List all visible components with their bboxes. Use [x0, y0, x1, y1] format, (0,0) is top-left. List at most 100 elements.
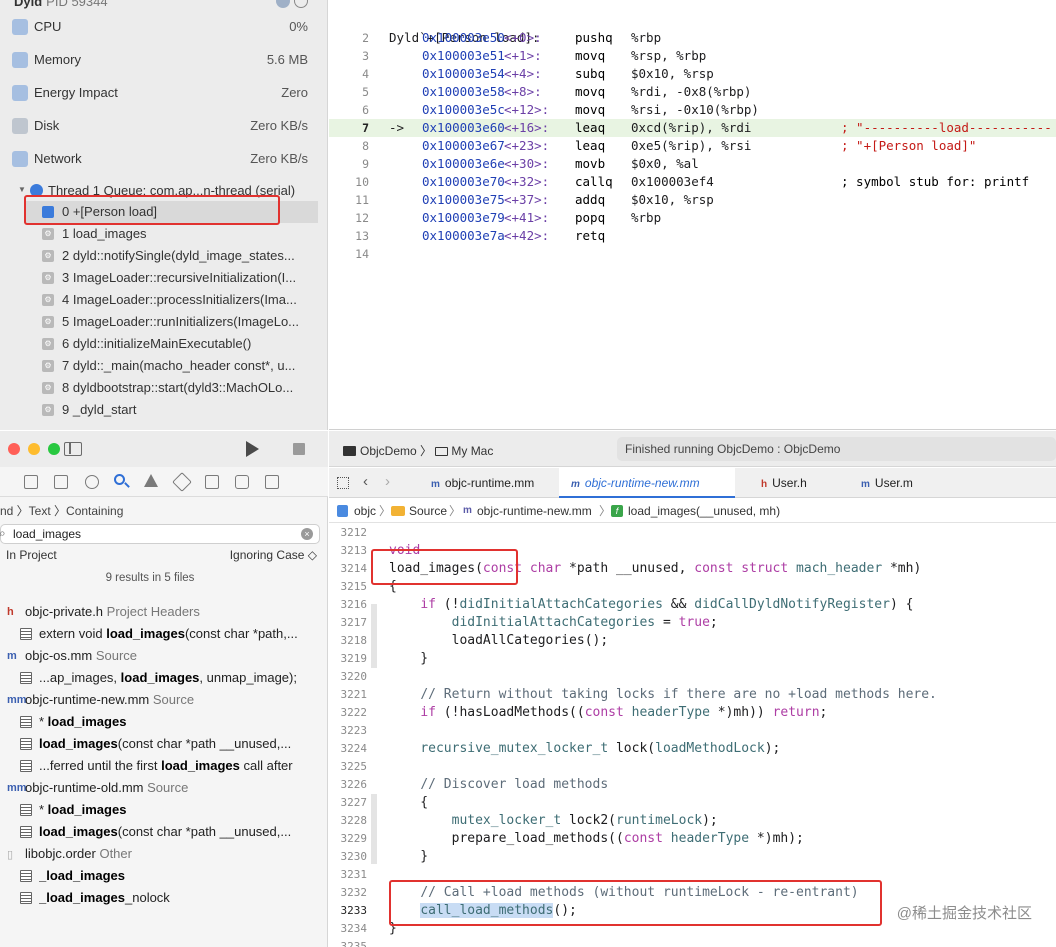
- code-line[interactable]: 3228 mutex_locker_t lock2(runtimeLock);: [329, 812, 1056, 830]
- result-file-row[interactable]: m objc-os.mm Source: [0, 645, 328, 667]
- stack-frame[interactable]: ⚙ 9 _dyld_start: [24, 399, 318, 421]
- disassembly-line[interactable]: 11 0x100003e75 <+37>: addq $0x10, %rsp: [329, 191, 1056, 209]
- gauge-row-disk[interactable]: Disk Zero KB/s: [0, 110, 328, 142]
- code-line[interactable]: 3221 // Return without taking locks if t…: [329, 686, 1056, 704]
- minimize-window-button[interactable]: [28, 443, 40, 455]
- debug-navigator-icon[interactable]: [205, 475, 219, 489]
- instruction-args: %rbp: [631, 30, 662, 45]
- disassembly-line[interactable]: 2 0x100003e50 <+0>: pushq %rbp: [329, 29, 1056, 47]
- gauge-row-cpu[interactable]: CPU 0%: [0, 11, 328, 43]
- stack-frame[interactable]: ⚙ 8 dyldbootstrap::start(dyld3::MachOLo..…: [24, 377, 318, 399]
- code-line[interactable]: 3225: [329, 758, 1056, 776]
- jump-bar-symbol[interactable]: load_images(__unused, mh): [628, 499, 780, 523]
- editor-tab[interactable]: h User.h: [749, 468, 819, 498]
- disassembly-line[interactable]: 10 0x100003e70 <+32>: callq 0x100003ef4 ; sym…: [329, 173, 1056, 191]
- result-match-row[interactable]: ...ferred until the first load_images ca…: [0, 755, 328, 777]
- find-scope[interactable]: In Project: [6, 548, 57, 562]
- jump-bar-file[interactable]: objc-runtime-new.mm: [477, 499, 592, 523]
- code-line[interactable]: 3235: [329, 938, 1056, 947]
- gauge-row-memory[interactable]: Memory 5.6 MB: [0, 44, 328, 76]
- code-line[interactable]: 3220: [329, 668, 1056, 686]
- text-document-icon: [20, 760, 32, 772]
- disclosure-triangle-icon[interactable]: ▼: [18, 185, 26, 194]
- process-options-icon[interactable]: [294, 0, 308, 8]
- code-line[interactable]: 3224 recursive_mutex_locker_t lock(loadM…: [329, 740, 1056, 758]
- stack-frame[interactable]: ⚙ 4 ImageLoader::processInitializers(Ima.…: [24, 289, 318, 311]
- back-arrow-icon[interactable]: ‹: [363, 473, 368, 490]
- result-match-row[interactable]: extern void load_images(const char *path…: [0, 623, 328, 645]
- code-line[interactable]: 3217 didInitialAttachCategories = true;: [329, 614, 1056, 632]
- case-sensitivity-select[interactable]: Ignoring Case ◇: [230, 548, 317, 562]
- jump-bar[interactable]: objc 〉 Source 〉 m objc-runtime-new.mm 〉 …: [329, 499, 1056, 523]
- project-navigator-icon[interactable]: [24, 475, 38, 489]
- result-match-row[interactable]: load_images(const char *path __unused,..…: [0, 821, 328, 843]
- code-line[interactable]: 3219 }: [329, 650, 1056, 668]
- disassembly-line[interactable]: 13 0x100003e7a <+42>: retq: [329, 227, 1056, 245]
- code-line[interactable]: 3212: [329, 524, 1056, 542]
- result-match-row[interactable]: * load_images: [0, 799, 328, 821]
- disassembly-line[interactable]: 5 0x100003e58 <+8>: movq %rdi, -0x8(%rbp): [329, 83, 1056, 101]
- result-match-row[interactable]: ...ap_images, load_images, unmap_image);: [0, 667, 328, 689]
- code-line[interactable]: 3218 loadAllCategories();: [329, 632, 1056, 650]
- code-text: didInitialAttachCategories = true;: [451, 615, 718, 630]
- result-match-row[interactable]: * load_images: [0, 711, 328, 733]
- find-navigator-icon[interactable]: [114, 474, 130, 488]
- jump-bar-folder[interactable]: Source: [409, 499, 447, 523]
- code-line[interactable]: 3223: [329, 722, 1056, 740]
- search-input[interactable]: load_images: [13, 527, 81, 541]
- result-match-row[interactable]: _load_images_nolock: [0, 887, 328, 909]
- editor-tab[interactable]: m objc-runtime.mm: [419, 468, 559, 498]
- jump-bar-project[interactable]: objc: [354, 499, 376, 523]
- source-control-navigator-icon[interactable]: [54, 475, 68, 489]
- disassembly-line[interactable]: 3 0x100003e51 <+1>: movq %rsp, %rbp: [329, 47, 1056, 65]
- code-line[interactable]: 3227 {: [329, 794, 1056, 812]
- result-file-row[interactable]: mm objc-runtime-new.mm Source: [0, 689, 328, 711]
- disassembly-line[interactable]: 4 0x100003e54 <+4>: subq $0x10, %rsp: [329, 65, 1056, 83]
- forward-arrow-icon[interactable]: ›: [385, 473, 390, 490]
- gauge-row-energy-impact[interactable]: Energy Impact Zero: [0, 77, 328, 109]
- result-file-row[interactable]: ▯ libobjc.order Other: [0, 843, 328, 865]
- editor-tab[interactable]: m User.m: [849, 468, 929, 498]
- code-line[interactable]: 3226 // Discover load methods: [329, 776, 1056, 794]
- report-navigator-icon[interactable]: [265, 475, 279, 489]
- disassembly-line[interactable]: 7 -> 0x100003e60 <+16>: leaq 0xcd(%rip), %rdi…: [329, 119, 1056, 137]
- run-button[interactable]: [246, 441, 259, 457]
- result-match-row[interactable]: load_images(const char *path __unused,..…: [0, 733, 328, 755]
- stack-frame[interactable]: ⚙ 6 dyld::initializeMainExecutable(): [24, 333, 318, 355]
- disassembly-line[interactable]: 9 0x100003e6e <+30>: movb $0x0, %al: [329, 155, 1056, 173]
- code-line[interactable]: 3230 }: [329, 848, 1056, 866]
- find-mode-breadcrumb[interactable]: nd 〉Text 〉Containing: [0, 502, 123, 519]
- code-line[interactable]: 3229 prepare_load_methods((const headerT…: [329, 830, 1056, 848]
- stack-frame[interactable]: ⚙ 7 dyld::_main(macho_header const*, u...: [24, 355, 318, 377]
- disassembly-line[interactable]: 12 0x100003e79 <+41>: popq %rbp: [329, 209, 1056, 227]
- stop-button[interactable]: [293, 443, 305, 455]
- test-navigator-icon[interactable]: [172, 472, 192, 492]
- scheme-selector[interactable]: ObjcDemo 〉 My Mac: [343, 442, 493, 459]
- editor-tab[interactable]: m objc-runtime-new.mm: [559, 468, 735, 498]
- disassembly-line[interactable]: 14: [329, 245, 1056, 263]
- clear-search-icon[interactable]: ×: [301, 528, 313, 540]
- symbol-navigator-icon[interactable]: [85, 475, 99, 489]
- code-line[interactable]: 3216 if (!didInitialAttachCategories && …: [329, 596, 1056, 614]
- disassembly-line[interactable]: 8 0x100003e67 <+23>: leaq 0xe5(%rip), %rsi ; …: [329, 137, 1056, 155]
- close-window-button[interactable]: [8, 443, 20, 455]
- result-match-row[interactable]: _load_images: [0, 865, 328, 887]
- stack-frame[interactable]: ⚙ 1 load_images: [24, 223, 318, 245]
- document-icon: ▯: [7, 849, 14, 861]
- sidebar-toggle-icon[interactable]: [64, 442, 82, 456]
- result-file-row[interactable]: mm objc-runtime-old.mm Source: [0, 777, 328, 799]
- stack-frame[interactable]: ⚙ 2 dyld::notifySingle(dyld_image_states.…: [24, 245, 318, 267]
- disassembly-view[interactable]: Dyld`+[Person load]: 2 0x100003e50 <+0>: pu…: [329, 0, 1056, 430]
- process-info-icon[interactable]: [276, 0, 290, 8]
- breakpoint-navigator-icon[interactable]: [235, 475, 249, 489]
- gauge-row-network[interactable]: Network Zero KB/s: [0, 143, 328, 175]
- zoom-window-button[interactable]: [48, 443, 60, 455]
- issue-navigator-icon[interactable]: [144, 474, 158, 487]
- code-line[interactable]: 3222 if (!hasLoadMethods((const headerTy…: [329, 704, 1056, 722]
- stack-frame[interactable]: ⚙ 5 ImageLoader::runInitializers(ImageLo.…: [24, 311, 318, 333]
- grid-icon[interactable]: [337, 477, 349, 489]
- stack-frame[interactable]: ⚙ 3 ImageLoader::recursiveInitialization(…: [24, 267, 318, 289]
- result-file-row[interactable]: h objc-private.h Project Headers: [0, 601, 328, 623]
- find-search-field[interactable]: ⌕ load_images ×: [0, 524, 320, 544]
- disassembly-line[interactable]: 6 0x100003e5c <+12>: movq %rsi, -0x10(%rbp): [329, 101, 1056, 119]
